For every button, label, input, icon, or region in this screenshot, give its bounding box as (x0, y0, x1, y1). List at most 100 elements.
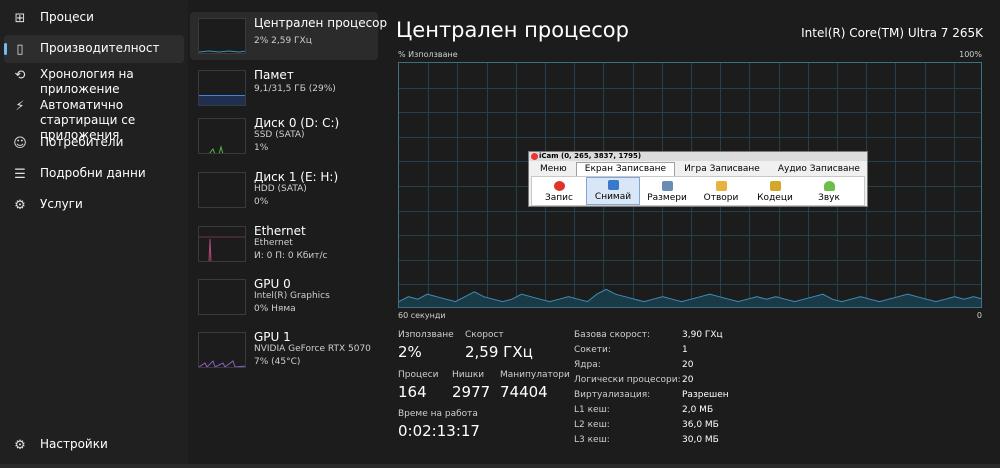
usage-value: 2% (398, 343, 422, 361)
spec-value: 2,0 МБ (682, 405, 714, 415)
icam-title-bar[interactable]: iCam (0, 265, 3837, 1795) (529, 152, 867, 161)
device-subtitle: 7% (45°C) (254, 357, 301, 367)
spec-value: Разрешен (682, 390, 729, 400)
graph-x-left-label: 60 секунди (398, 311, 446, 320)
details-icon: ☰ (14, 166, 26, 182)
device-disk-1[interactable]: Диск 1 (E: H:) HDD (SATA) 0% (190, 166, 378, 214)
device-thumbnail-graph (198, 70, 246, 106)
icam-tab-audio-recording[interactable]: Аудио Записване (769, 162, 869, 176)
device-subtitle: SSD (SATA) (254, 130, 305, 140)
icam-dimensions-button[interactable]: Размери (640, 177, 694, 205)
nav-item-label: Производителност (40, 41, 160, 55)
icam-screenshot-button[interactable]: Снимай (586, 177, 640, 205)
nav-item-details[interactable]: ☰ Подробни данни (4, 166, 184, 184)
icam-record-button[interactable]: Запис (532, 177, 586, 205)
spec-value: 20 (682, 360, 694, 370)
icam-tab-menu[interactable]: Меню (531, 162, 576, 176)
device-title: GPU 1 (254, 330, 291, 344)
device-subtitle: 0% (254, 197, 269, 207)
device-cpu[interactable]: Централен процесор 2% 2,59 ГХц (190, 12, 387, 60)
icam-tab-bar: Меню Екран Записване Игра Записване Ауди… (531, 162, 869, 176)
icam-open-button[interactable]: Отвори (694, 177, 748, 205)
spec-value: 20 (682, 375, 694, 385)
icam-button-label: Размери (647, 193, 687, 203)
device-subtitle: Intel(R) Graphics (254, 291, 330, 301)
icam-codecs-button[interactable]: Кодеци (748, 177, 802, 205)
device-subtitle: 0% Няма (254, 304, 296, 314)
icam-button-label: Звук (818, 193, 840, 203)
device-subtitle: 9,1/31,5 ГБ (29%) (254, 84, 336, 94)
handles-label: Манипулатори (500, 370, 570, 380)
device-title: Памет (254, 68, 294, 82)
cpu-usage-area (399, 289, 981, 307)
device-title: Централен процесор (254, 16, 388, 30)
nav-item-label: Хронология на приложение (40, 67, 134, 96)
device-thumbnail-graph (198, 332, 246, 368)
device-disk-0[interactable]: Диск 0 (D: C:) SSD (SATA) 1% (190, 112, 378, 160)
nav-item-settings[interactable]: ⚙ Настройки (4, 437, 184, 455)
spec-value: 3,90 ГХц (682, 330, 723, 340)
icam-tab-game-recording[interactable]: Игра Записване (675, 162, 769, 176)
nav-item-performance[interactable]: ▯ Производителност (4, 35, 184, 63)
nav-item-users[interactable]: ☺ Потребители (4, 135, 184, 153)
device-subtitle: 1% (254, 143, 269, 153)
icam-button-label: Отвори (703, 193, 739, 203)
graph-y-max-label: 100% (959, 50, 982, 59)
codecs-icon (769, 181, 781, 191)
thumb-graph-line (208, 238, 212, 261)
spec-label: Виртуализация: (574, 390, 651, 400)
device-gpu-0[interactable]: GPU 0 Intel(R) Graphics 0% Няма (190, 273, 378, 321)
icam-button-label: Запис (545, 193, 573, 203)
nav-item-services[interactable]: ⚙ Услуги (4, 197, 184, 215)
device-thumbnail-graph (198, 18, 246, 54)
uptime-label: Време на работа (398, 409, 478, 419)
nav-item-app-history[interactable]: ⟲ Хронология на приложение (4, 67, 184, 97)
device-subtitle: 2% 2,59 ГХц (254, 36, 312, 46)
icam-button-label: Снимай (594, 192, 632, 202)
threads-label: Нишки (452, 370, 485, 380)
device-memory[interactable]: Памет 9,1/31,5 ГБ (29%) (190, 64, 378, 112)
spec-value: 1 (682, 345, 688, 355)
nav-item-label: Подробни данни (40, 166, 146, 180)
thumb-graph-line (209, 145, 224, 153)
spec-value: 30,0 МБ (682, 435, 719, 445)
threads-value: 2977 (452, 383, 491, 401)
graph-x-right-label: 0 (976, 311, 982, 320)
users-icon: ☺ (13, 135, 27, 151)
device-title: GPU 0 (254, 277, 291, 291)
spec-label: Базова скорост: (574, 330, 650, 340)
spec-label: Логически процесори: (574, 375, 681, 385)
nav-item-label: Процеси (40, 10, 94, 24)
nav-item-startup-apps[interactable]: ⚡ Автоматично стартиращи се приложения (4, 98, 184, 142)
spec-label: Ядра: (574, 360, 601, 370)
nav-item-processes[interactable]: ⊞ Процеси (4, 10, 184, 28)
device-gpu-1[interactable]: GPU 1 NVIDIA GeForce RTX 5070 7% (45°C) (190, 326, 378, 374)
icam-toolbar-window[interactable]: iCam (0, 265, 3837, 1795) Меню Екран Зап… (528, 151, 868, 207)
record-icon (553, 181, 565, 191)
icam-tab-screen-recording[interactable]: Екран Записване (575, 162, 676, 176)
processes-value: 164 (398, 383, 427, 401)
nav-item-label: Настройки (40, 437, 108, 451)
device-thumbnail-graph (198, 118, 246, 154)
device-title: Диск 1 (E: H:) (254, 170, 339, 184)
sound-icon (823, 181, 835, 191)
graph-y-label: % Използване (398, 50, 458, 59)
settings-icon: ⚙ (14, 437, 26, 453)
speed-value: 2,59 ГХц (465, 343, 533, 361)
icam-app-icon (531, 153, 538, 160)
handles-value: 74404 (500, 383, 548, 401)
open-folder-icon (715, 181, 727, 191)
icam-sound-button[interactable]: Звук (802, 177, 856, 205)
navigation-pane: ⊞ Процеси ▯ Производителност ⟲ Хронологи… (0, 0, 188, 468)
taskbar-strip (0, 464, 1000, 468)
icam-title-text: iCam (0, 265, 3837, 1795) (539, 152, 642, 160)
history-icon: ⟲ (14, 67, 26, 83)
spec-value: 36,0 МБ (682, 420, 719, 430)
dimensions-icon (661, 181, 673, 191)
device-ethernet[interactable]: Ethernet Ethernet И: 0 П: 0 Кбит/с (190, 220, 378, 268)
thumb-memory-fill (199, 95, 245, 105)
page-title: Централен процесор (396, 18, 629, 42)
spec-label: L2 кеш: (574, 420, 610, 430)
screenshot-icon (607, 180, 619, 190)
device-title: Ethernet (254, 224, 306, 238)
